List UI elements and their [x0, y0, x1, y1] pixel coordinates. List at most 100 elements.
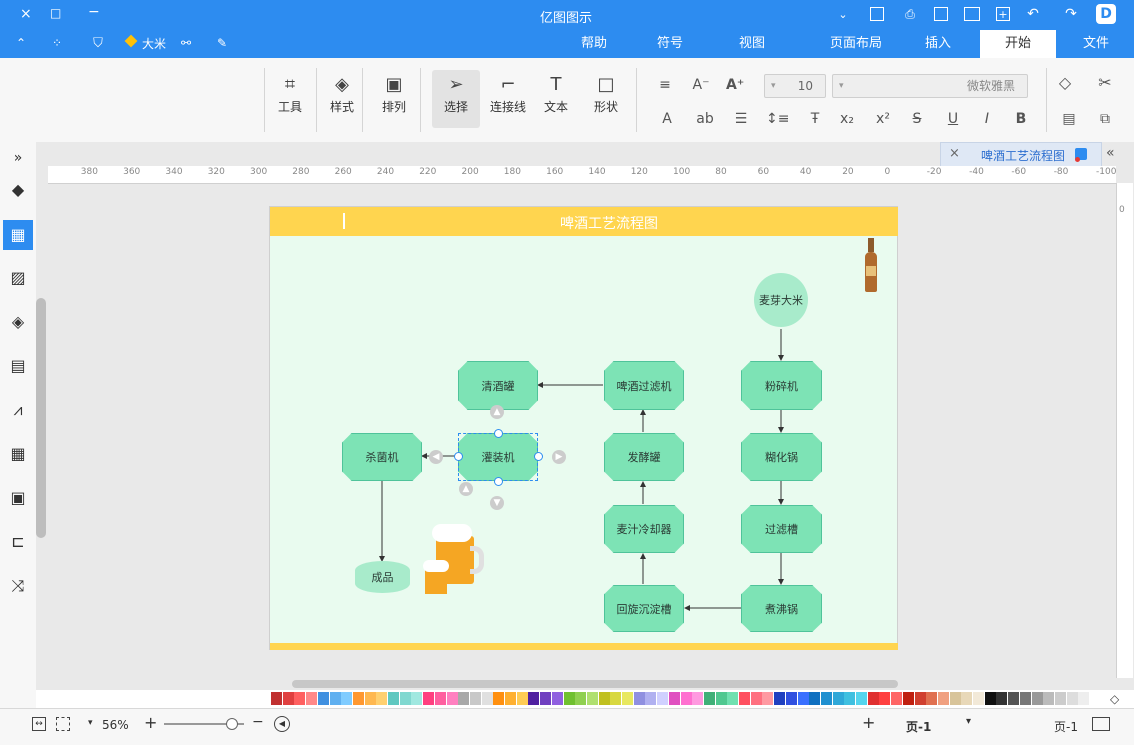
color-swatch[interactable] [493, 692, 505, 705]
color-swatch[interactable] [657, 692, 669, 705]
color-swatch[interactable] [1054, 692, 1066, 705]
color-swatch[interactable] [762, 692, 774, 705]
color-swatch[interactable] [622, 692, 633, 705]
color-swatch[interactable] [1019, 692, 1031, 705]
color-swatch[interactable] [399, 692, 411, 705]
color-swatch[interactable] [505, 692, 516, 705]
process-node-beer-filter[interactable]: 啤酒过滤机 [604, 361, 684, 410]
add-page-button[interactable]: + [862, 713, 875, 732]
zoom-dropdown-icon[interactable]: ▾ [88, 718, 93, 728]
quick-add-left-icon[interactable]: ◀ [429, 450, 443, 464]
color-swatch[interactable] [820, 692, 832, 705]
color-swatch[interactable] [376, 692, 388, 705]
process-node-pasteurizer[interactable]: 杀菌机 [342, 433, 422, 481]
color-swatch[interactable] [329, 692, 341, 705]
color-swatch[interactable] [902, 692, 914, 705]
color-swatch[interactable] [809, 692, 821, 705]
color-swatch[interactable] [633, 692, 645, 705]
color-swatch[interactable] [388, 692, 399, 705]
color-swatch[interactable] [610, 692, 622, 705]
color-swatch[interactable] [891, 692, 903, 705]
color-swatch[interactable] [317, 692, 329, 705]
process-node-brew-kettle[interactable]: 煮沸锅 [741, 585, 822, 632]
quick-add-right-icon[interactable]: ▶ [552, 450, 566, 464]
selection-handle-top[interactable] [494, 429, 503, 438]
color-swatch[interactable] [1008, 692, 1020, 705]
color-swatch[interactable] [703, 692, 715, 705]
color-swatch[interactable] [458, 692, 470, 705]
color-swatch[interactable] [1031, 692, 1043, 705]
color-swatch[interactable] [271, 692, 282, 705]
color-swatch[interactable] [668, 692, 680, 705]
zoom-slider-handle[interactable] [226, 718, 238, 730]
color-swatch[interactable] [469, 692, 481, 705]
color-swatch[interactable] [1078, 692, 1090, 705]
color-swatch[interactable] [750, 692, 762, 705]
color-swatch[interactable] [692, 692, 704, 705]
color-swatch[interactable] [411, 692, 423, 705]
quick-add-up-icon[interactable]: ▲ [490, 405, 504, 419]
color-swatch[interactable] [528, 692, 540, 705]
color-swatch[interactable] [1090, 692, 1101, 705]
zoom-in-icon[interactable]: + [144, 713, 157, 732]
color-swatch[interactable] [1043, 692, 1055, 705]
page-view-icon[interactable] [1092, 717, 1110, 731]
color-swatch[interactable] [926, 692, 938, 705]
color-swatch[interactable] [586, 692, 598, 705]
end-node[interactable]: 成品 [355, 561, 410, 593]
color-swatch[interactable] [645, 692, 657, 705]
color-swatch[interactable] [715, 692, 727, 705]
process-node-crusher[interactable]: 粉碎机 [741, 361, 822, 410]
color-swatch[interactable] [797, 692, 809, 705]
color-swatch[interactable] [727, 692, 739, 705]
color-swatch[interactable] [294, 692, 306, 705]
color-swatch[interactable] [774, 692, 786, 705]
zoom-level[interactable]: 56% [102, 718, 129, 732]
color-swatch[interactable] [785, 692, 797, 705]
process-node-lauter-tun[interactable]: 过滤槽 [741, 505, 822, 553]
fit-width-icon[interactable]: ↔ [32, 717, 46, 731]
color-swatch[interactable] [563, 692, 575, 705]
color-swatch[interactable] [1066, 692, 1078, 705]
color-swatch[interactable] [961, 692, 973, 705]
process-node-whirlpool[interactable]: 回旋沉淀槽 [604, 585, 684, 632]
process-node-mash-tun[interactable]: 糊化锅 [741, 433, 822, 481]
play-icon[interactable]: ◀ [274, 716, 290, 732]
selection-handle-bottom[interactable] [494, 477, 503, 486]
color-swatch[interactable] [739, 692, 750, 705]
color-swatch[interactable] [844, 692, 856, 705]
fill-picker-icon[interactable]: ◇ [1110, 692, 1119, 706]
process-node-fermenter[interactable]: 发酵罐 [604, 433, 684, 481]
color-swatch[interactable] [867, 692, 879, 705]
color-swatch[interactable] [973, 692, 984, 705]
color-swatch[interactable] [540, 692, 552, 705]
color-swatch[interactable] [282, 692, 294, 705]
fit-page-icon[interactable] [56, 717, 70, 731]
quick-add-down-icon[interactable]: ▼ [490, 496, 504, 510]
horizontal-scrollbar[interactable] [292, 680, 898, 688]
zoom-out-icon[interactable]: − [252, 714, 264, 730]
color-swatch[interactable] [352, 692, 364, 705]
page-tab[interactable]: 页-1 [906, 718, 931, 735]
color-swatch[interactable] [434, 692, 446, 705]
process-node-bright-tank[interactable]: 清酒罐 [458, 361, 538, 410]
color-swatch[interactable] [914, 692, 926, 705]
color-swatch[interactable] [423, 692, 435, 705]
color-swatch[interactable] [341, 692, 353, 705]
color-swatch[interactable] [996, 692, 1008, 705]
color-swatch[interactable] [937, 692, 949, 705]
color-swatch[interactable] [598, 692, 610, 705]
rotate-handle-icon[interactable]: ▲ [459, 482, 473, 496]
page-dropdown-icon[interactable]: ▾ [966, 716, 971, 727]
color-swatch[interactable] [364, 692, 376, 705]
color-swatch[interactable] [306, 692, 318, 705]
color-swatch[interactable] [575, 692, 587, 705]
color-swatch[interactable] [446, 692, 458, 705]
color-swatch[interactable] [984, 692, 996, 705]
color-swatch[interactable] [516, 692, 528, 705]
color-swatch[interactable] [680, 692, 692, 705]
selection-handle-right[interactable] [534, 452, 543, 461]
color-swatch[interactable] [551, 692, 563, 705]
color-swatch[interactable] [879, 692, 891, 705]
color-swatch[interactable] [856, 692, 867, 705]
